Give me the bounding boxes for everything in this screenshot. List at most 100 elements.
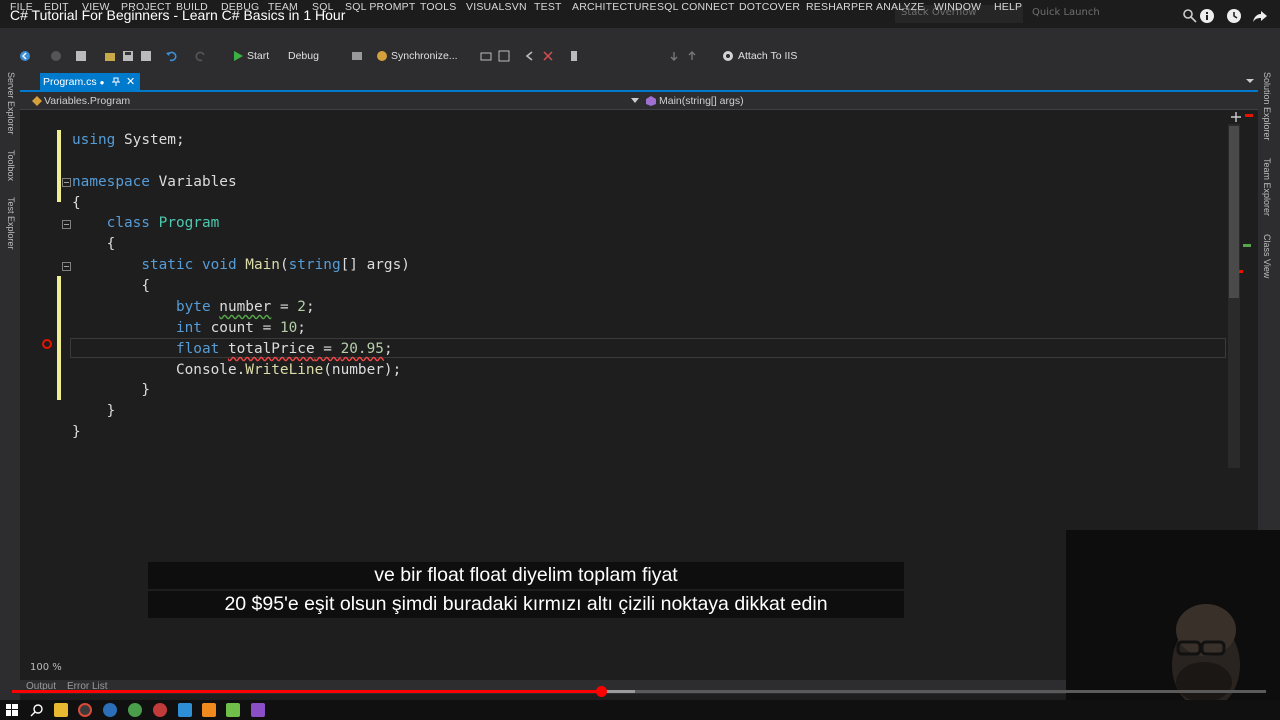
file-explorer-icon[interactable] — [54, 703, 68, 717]
presenter-image — [1172, 604, 1240, 709]
menu-edit[interactable]: EDIT — [44, 1, 69, 13]
menu-tools[interactable]: TOOLS — [420, 1, 456, 13]
menu-visualsvn[interactable]: VISUALSVN — [466, 1, 527, 13]
code-line-9: byte number = 2; — [175, 299, 315, 315]
warning-marker[interactable] — [1243, 244, 1251, 247]
error-marker[interactable] — [1239, 270, 1243, 273]
scrollbar-thumb[interactable] — [1229, 126, 1239, 298]
visual-studio-code-icon[interactable] — [178, 703, 192, 717]
member-navigation-dropdown[interactable]: Main(string[] args) — [659, 95, 744, 107]
subtitle-line-2: 20 $95'e eşit olsun şimdi buradaki kırmı… — [148, 591, 904, 618]
taskbar — [0, 700, 1280, 720]
arrow-up-icon[interactable] — [686, 50, 698, 62]
navigate-back-icon[interactable] — [524, 50, 536, 62]
menu-project[interactable]: PROJECT — [121, 1, 171, 13]
new-project-icon[interactable] — [75, 50, 87, 62]
chrome-icon[interactable] — [78, 703, 92, 717]
fold-toggle[interactable] — [62, 178, 71, 187]
zoom-level[interactable]: 100 % — [30, 662, 62, 673]
search-icon[interactable] — [30, 703, 44, 717]
method-icon — [646, 96, 656, 106]
menu-build[interactable]: BUILD — [176, 1, 208, 13]
menu-help[interactable]: HELP — [994, 1, 1022, 13]
subtitle-line-1: ve bir float float diyelim toplam fiyat — [148, 562, 904, 589]
notepad-icon[interactable] — [226, 703, 240, 717]
bookmark-icon[interactable] — [542, 50, 554, 62]
code-line-5: class Program — [106, 215, 220, 231]
chevron-down-icon[interactable] — [631, 98, 639, 104]
save-all-icon[interactable] — [140, 50, 152, 62]
windows-icon[interactable] — [6, 704, 18, 716]
code-line-11: float totalPrice = 20.95; — [175, 341, 393, 357]
toolbar — [0, 44, 1280, 70]
open-icon[interactable] — [104, 50, 116, 62]
watch-later-icon[interactable] — [1226, 8, 1242, 24]
start-icon[interactable] — [232, 50, 244, 62]
info-icon[interactable] — [1199, 8, 1215, 24]
forward-icon[interactable] — [50, 50, 62, 62]
pin-icon[interactable] — [111, 77, 121, 87]
redo-icon[interactable] — [195, 50, 207, 62]
menu-dotcover[interactable]: DOTCOVER — [739, 1, 800, 13]
menu-sql[interactable]: SQL — [312, 1, 334, 13]
chevron-down-icon[interactable] — [1245, 77, 1255, 85]
tab-label: Program.cs ● — [43, 76, 104, 88]
toggle-bookmark-icon[interactable] — [568, 50, 580, 62]
menu-sql-connect[interactable]: SQL CONNECT — [657, 1, 735, 13]
layout-icon[interactable] — [480, 50, 492, 62]
code-line-12: Console.WriteLine(number); — [175, 362, 402, 378]
change-indicator — [57, 130, 61, 202]
code-line-7: static void Main(string[] args) — [141, 257, 410, 273]
arrow-down-icon[interactable] — [668, 50, 680, 62]
menu-resharper[interactable]: RESHARPER — [806, 1, 873, 13]
video-progress-played — [12, 690, 601, 693]
undo-icon[interactable] — [165, 50, 177, 62]
solution-explorer-tab[interactable]: Solution Explorer — [1262, 72, 1272, 141]
search-icon[interactable] — [1182, 8, 1198, 24]
synchronize-button[interactable]: Synchronize... — [391, 50, 458, 62]
expand-icon[interactable] — [1230, 111, 1242, 123]
menu-debug[interactable]: DEBUG — [221, 1, 259, 13]
code-line-8: { — [141, 278, 150, 294]
menu-bar — [0, 28, 1280, 44]
server-explorer-tab[interactable]: Server Explorer — [6, 72, 16, 135]
menu-view[interactable]: VIEW — [82, 1, 110, 13]
vlc-icon[interactable] — [202, 703, 216, 717]
iis-icon[interactable] — [722, 50, 734, 62]
close-tab-button[interactable]: ✕ — [126, 75, 135, 88]
synchronize-icon[interactable] — [376, 50, 388, 62]
comment-icon[interactable] — [498, 50, 510, 62]
video-scrubber-handle[interactable] — [596, 686, 607, 697]
opera-icon[interactable] — [153, 703, 167, 717]
test-explorer-tab[interactable]: Test Explorer — [6, 197, 16, 250]
menu-architecture[interactable]: ARCHITECTURE — [572, 1, 657, 13]
breakpoint-icon[interactable] — [42, 339, 52, 349]
toolbox-tab[interactable]: Toolbox — [6, 150, 16, 181]
start-button[interactable]: Start — [247, 50, 269, 62]
webcam-overlay — [1066, 530, 1280, 709]
fold-toggle[interactable] — [62, 262, 71, 271]
team-explorer-tab[interactable]: Team Explorer — [1262, 158, 1272, 216]
visual-studio-icon[interactable] — [251, 703, 265, 717]
fold-toggle[interactable] — [62, 220, 71, 229]
steam-icon[interactable] — [103, 703, 117, 717]
code-line-1: using System; — [72, 132, 185, 148]
chrome-icon[interactable] — [128, 703, 142, 717]
error-marker[interactable] — [1245, 114, 1253, 117]
quick-launch-input[interactable]: Quick Launch — [1032, 7, 1100, 18]
attach-process-icon[interactable] — [351, 50, 363, 62]
class-navigation-dropdown[interactable]: Variables.Program — [44, 95, 130, 107]
menu-window[interactable]: WINDOW — [934, 1, 981, 13]
attach-to-iis-button[interactable]: Attach To IIS — [738, 50, 797, 62]
menu-test[interactable]: TEST — [534, 1, 562, 13]
back-icon[interactable] — [19, 50, 31, 62]
menu-file[interactable]: FILE — [10, 1, 33, 13]
save-icon[interactable] — [122, 50, 134, 62]
menu-sql-prompt[interactable]: SQL PROMPT — [345, 1, 415, 13]
class-view-tab[interactable]: Class View — [1262, 234, 1272, 278]
share-icon[interactable] — [1252, 8, 1268, 24]
configuration-select[interactable]: Debug — [288, 50, 319, 62]
menu-analyze[interactable]: ANALYZE — [876, 1, 924, 13]
code-line-3: namespace Variables — [72, 174, 237, 190]
menu-team[interactable]: TEAM — [268, 1, 298, 13]
